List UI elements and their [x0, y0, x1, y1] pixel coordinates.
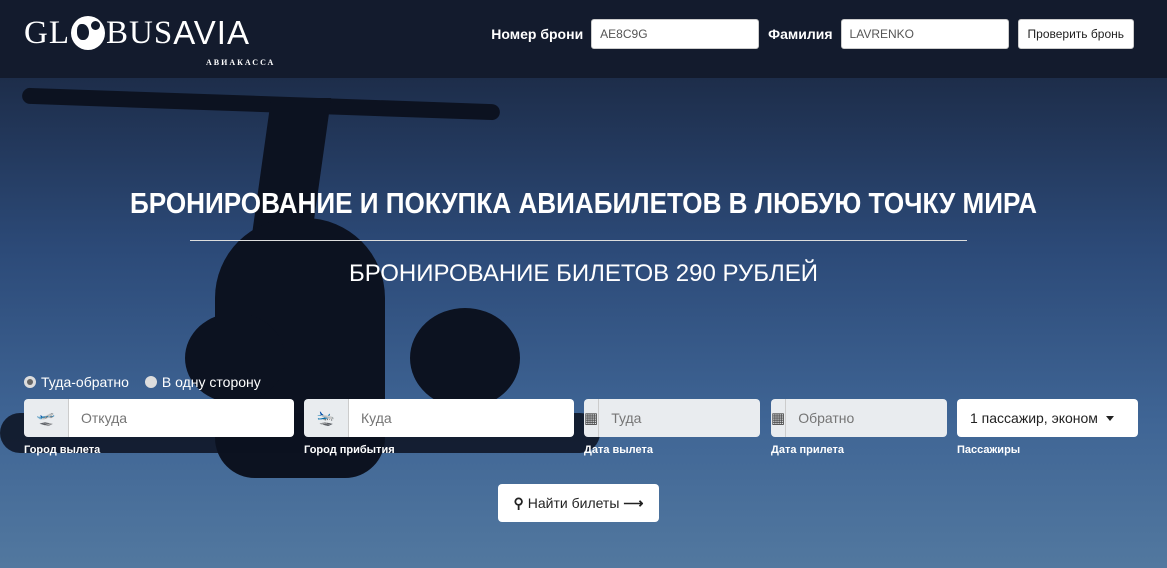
to-field: 🛬 [304, 399, 574, 437]
plane-engine [410, 308, 520, 408]
calendar-icon: ▦ [584, 399, 600, 437]
globe-icon [71, 16, 105, 50]
check-booking-button[interactable]: Проверить бронь [1017, 19, 1134, 49]
plane-arrival-icon: 🛬 [304, 399, 349, 437]
logo[interactable]: GL BUS AVIA АВИАКАССА [24, 14, 273, 67]
booking-number-label: Номер брони [491, 26, 584, 42]
passengers-dropdown[interactable]: 1 пассажир, эконом [957, 399, 1138, 437]
passengers-value: 1 пассажир, эконом [970, 410, 1098, 426]
plane-tail [21, 87, 501, 121]
from-input[interactable] [69, 399, 294, 437]
logo-text: GL [24, 14, 70, 51]
logo-text: AVIA [173, 14, 250, 51]
arrow-right-icon: ⟶ [623, 494, 644, 511]
booking-number-input[interactable] [591, 19, 760, 49]
hero-title: БРОНИРОВАНИЕ И ПОКУПКА АВИАБИЛЕТОВ В ЛЮБ… [129, 188, 1037, 220]
surname-label: Фамилия [768, 26, 833, 42]
surname-input[interactable] [840, 19, 1009, 49]
radio-icon[interactable] [144, 376, 157, 388]
depart-label: Дата вылета [584, 444, 653, 456]
find-tickets-button[interactable]: ⚲ Найти билеты ⟶ [498, 484, 659, 522]
logo-subtitle: АВИАКАССА [206, 58, 276, 67]
return-field: ▦ [771, 399, 947, 437]
divider [190, 240, 967, 241]
radio-label: В одну сторону [161, 374, 261, 390]
calendar-icon: ▦ [771, 399, 787, 437]
radio-label: Туда-обратно [41, 374, 129, 390]
to-input[interactable] [349, 399, 574, 437]
booking-check-form: Номер брони Фамилия Проверить бронь [491, 19, 1134, 49]
radio-selected-icon[interactable] [24, 376, 36, 388]
radio-one-way[interactable]: В одну сторону [144, 374, 261, 390]
search-icon: ⚲ [513, 494, 524, 511]
header: GL BUSAVIA АВИАКАССА Номер брони Фамилия … [0, 0, 1167, 78]
to-label: Город прибытия [304, 444, 395, 456]
radio-round-trip[interactable]: Туда-обратно [24, 374, 129, 390]
depart-date-input[interactable] [599, 399, 760, 437]
depart-field: ▦ [584, 399, 760, 437]
caret-down-icon [1105, 415, 1114, 421]
from-field: 🛫 [24, 399, 294, 437]
logo-text: BUS [106, 14, 174, 51]
return-date-input[interactable] [786, 399, 947, 437]
hero-subtitle: БРОНИРОВАНИЕ БИЛЕТОВ 290 РУБЛЕЙ [349, 260, 818, 287]
return-label: Дата прилета [771, 444, 844, 456]
find-tickets-label: Найти билеты [527, 495, 620, 511]
from-label: Город вылета [24, 444, 101, 456]
hero: БРОНИРОВАНИЕ И ПОКУПКА АВИАБИЛЕТОВ В ЛЮБ… [0, 78, 1167, 568]
plane-departure-icon: 🛫 [24, 399, 69, 437]
passengers-label: Пассажиры [957, 444, 1021, 456]
trip-type-group: Туда-обратно В одну сторону [24, 374, 261, 390]
